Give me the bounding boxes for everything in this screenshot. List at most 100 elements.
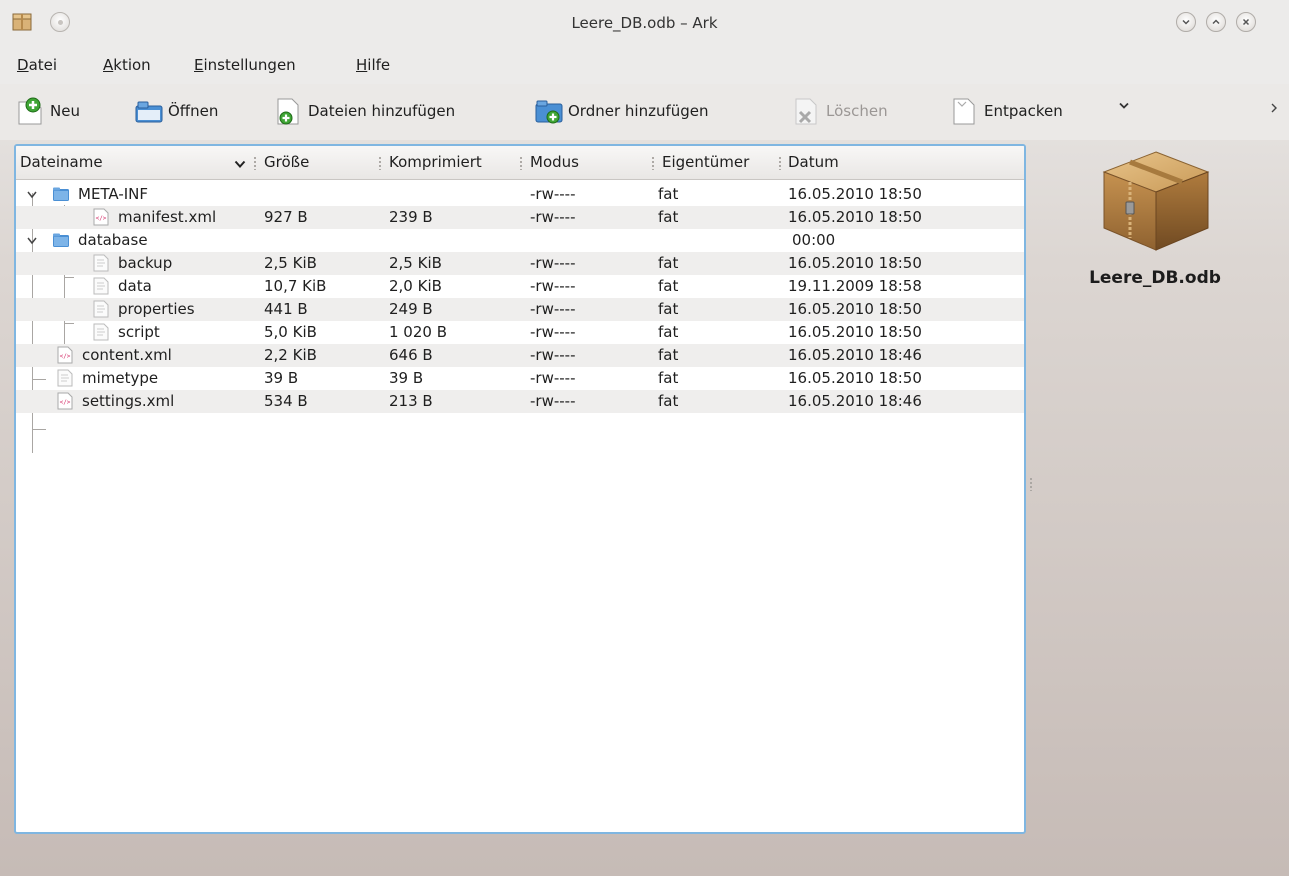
- compressed-cell: 646 B: [389, 346, 433, 364]
- minimize-button[interactable]: [1176, 12, 1196, 32]
- date-cell: 16.05.2010 18:50: [788, 323, 922, 341]
- table-row[interactable]: </> content.xml 2,2 KiB 646 B -rw---- fa…: [16, 344, 1024, 367]
- xml-file-icon: </>: [57, 392, 73, 410]
- column-separator[interactable]: [652, 156, 654, 170]
- xml-file-icon: </>: [57, 346, 73, 364]
- menu-datei-label: atei: [28, 56, 58, 74]
- mode-cell: -rw----: [530, 323, 576, 341]
- new-button[interactable]: Neu: [16, 94, 80, 128]
- archive-box-icon: [1102, 151, 1210, 251]
- add-files-button[interactable]: Dateien hinzufügen: [274, 94, 455, 128]
- table-row[interactable]: properties 441 B 249 B -rw---- fat 16.05…: [16, 298, 1024, 321]
- maximize-icon: [1212, 19, 1220, 25]
- archive-file-list[interactable]: Dateiname Größe Komprimiert Modus Eigent…: [14, 144, 1026, 834]
- file-name: backup: [118, 254, 173, 272]
- add-folder-icon: [535, 100, 563, 124]
- compressed-cell: 2,0 KiB: [389, 277, 442, 295]
- mode-cell: -rw----: [530, 277, 576, 295]
- delete-button[interactable]: Löschen: [792, 94, 888, 128]
- table-row[interactable]: data 10,7 KiB 2,0 KiB -rw---- fat 19.11.…: [16, 275, 1024, 298]
- size-cell: 441 B: [264, 300, 308, 318]
- delete-icon: [795, 98, 817, 125]
- owner-cell: fat: [658, 392, 679, 410]
- file-name-cell: backup: [92, 254, 172, 272]
- column-compressed-header[interactable]: Komprimiert: [389, 153, 482, 171]
- chevron-right-icon[interactable]: [1270, 102, 1278, 114]
- mode-cell: -rw----: [530, 392, 576, 410]
- column-separator[interactable]: [379, 156, 381, 170]
- column-size-header[interactable]: Größe: [264, 153, 309, 171]
- text-file-icon: [93, 300, 109, 318]
- table-row[interactable]: </> manifest.xml 927 B 239 B -rw---- fat…: [16, 206, 1024, 229]
- file-name-cell: </> settings.xml: [56, 392, 174, 410]
- mode-cell: -rw----: [530, 254, 576, 272]
- expand-arrow-icon[interactable]: [26, 190, 38, 200]
- file-name-cell: script: [92, 323, 160, 341]
- size-cell: 2,2 KiB: [264, 346, 317, 364]
- panel-splitter[interactable]: [1030, 477, 1032, 491]
- file-name-cell: mimetype: [56, 369, 158, 387]
- open-button[interactable]: Öffnen: [134, 94, 218, 128]
- file-name: content.xml: [82, 346, 172, 364]
- file-name-cell: database: [52, 231, 148, 249]
- menu-aktion[interactable]: Aktion: [103, 56, 151, 74]
- date-cell: 19.11.2009 18:58: [788, 277, 922, 295]
- menu-einstellungen[interactable]: Einstellungen: [194, 56, 296, 74]
- file-name-cell: </> content.xml: [56, 346, 172, 364]
- table-row[interactable]: mimetype 39 B 39 B -rw---- fat 16.05.201…: [16, 367, 1024, 390]
- column-separator[interactable]: [254, 156, 256, 170]
- owner-cell: fat: [658, 300, 679, 318]
- owner-cell: fat: [658, 254, 679, 272]
- compressed-cell: 249 B: [389, 300, 433, 318]
- delete-button-label: Löschen: [826, 102, 888, 120]
- date-cell: 16.05.2010 18:50: [788, 369, 922, 387]
- table-row[interactable]: </> settings.xml 534 B 213 B -rw---- fat…: [16, 390, 1024, 413]
- expand-arrow-icon[interactable]: [26, 236, 38, 246]
- size-cell: 5,0 KiB: [264, 323, 317, 341]
- file-name-cell: META-INF: [52, 185, 148, 203]
- menu-aktion-accel: A: [103, 56, 114, 74]
- date-cell: 16.05.2010 18:50: [788, 254, 922, 272]
- size-cell: 2,5 KiB: [264, 254, 317, 272]
- size-cell: 534 B: [264, 392, 308, 410]
- new-button-label: Neu: [50, 102, 80, 120]
- compressed-cell: 239 B: [389, 208, 433, 226]
- add-folder-button-label: Ordner hinzufügen: [568, 102, 709, 120]
- maximize-button[interactable]: [1206, 12, 1226, 32]
- column-date-header[interactable]: Datum: [788, 153, 839, 171]
- sort-descending-icon[interactable]: [234, 160, 246, 169]
- open-button-label: Öffnen: [168, 102, 219, 120]
- menu-aktion-label: ktion: [113, 56, 151, 74]
- svg-text:</>: </>: [96, 215, 107, 222]
- mode-cell: -rw----: [530, 208, 576, 226]
- close-button[interactable]: [1236, 12, 1256, 32]
- table-row[interactable]: database 00:00: [16, 229, 1024, 252]
- preview-filename: Leere_DB.odb: [1089, 268, 1221, 288]
- date-cell: 16.05.2010 18:50: [788, 185, 922, 203]
- date-cell: 16.05.2010 18:50: [788, 208, 922, 226]
- tree-branch-line: [32, 429, 46, 430]
- table-row[interactable]: script 5,0 KiB 1 020 B -rw---- fat 16.05…: [16, 321, 1024, 344]
- column-separator[interactable]: [779, 156, 781, 170]
- menu-hilfe[interactable]: Hilfe: [356, 56, 390, 74]
- size-cell: 927 B: [264, 208, 308, 226]
- menu-datei[interactable]: Datei: [17, 56, 57, 74]
- table-row[interactable]: backup 2,5 KiB 2,5 KiB -rw---- fat 16.05…: [16, 252, 1024, 275]
- svg-text:</>: </>: [60, 353, 71, 360]
- extract-dropdown-icon[interactable]: [1118, 101, 1130, 111]
- column-mode-header[interactable]: Modus: [530, 153, 579, 171]
- folder-icon: [53, 233, 69, 247]
- file-name-cell: properties: [92, 300, 195, 318]
- extract-button[interactable]: Entpacken: [950, 94, 1063, 128]
- date-cell: 16.05.2010 18:46: [788, 392, 922, 410]
- compressed-cell: 1 020 B: [389, 323, 448, 341]
- xml-file-icon: </>: [93, 208, 109, 226]
- table-row[interactable]: META-INF -rw---- fat 16.05.2010 18:50: [16, 183, 1024, 206]
- column-owner-header[interactable]: Eigentümer: [662, 153, 749, 171]
- file-name: data: [118, 277, 152, 295]
- add-folder-button[interactable]: Ordner hinzufügen: [534, 94, 709, 128]
- menu-einstellungen-label: instellungen: [203, 56, 296, 74]
- owner-cell: fat: [658, 277, 679, 295]
- column-separator[interactable]: [520, 156, 522, 170]
- column-name-header[interactable]: Dateiname: [20, 153, 103, 171]
